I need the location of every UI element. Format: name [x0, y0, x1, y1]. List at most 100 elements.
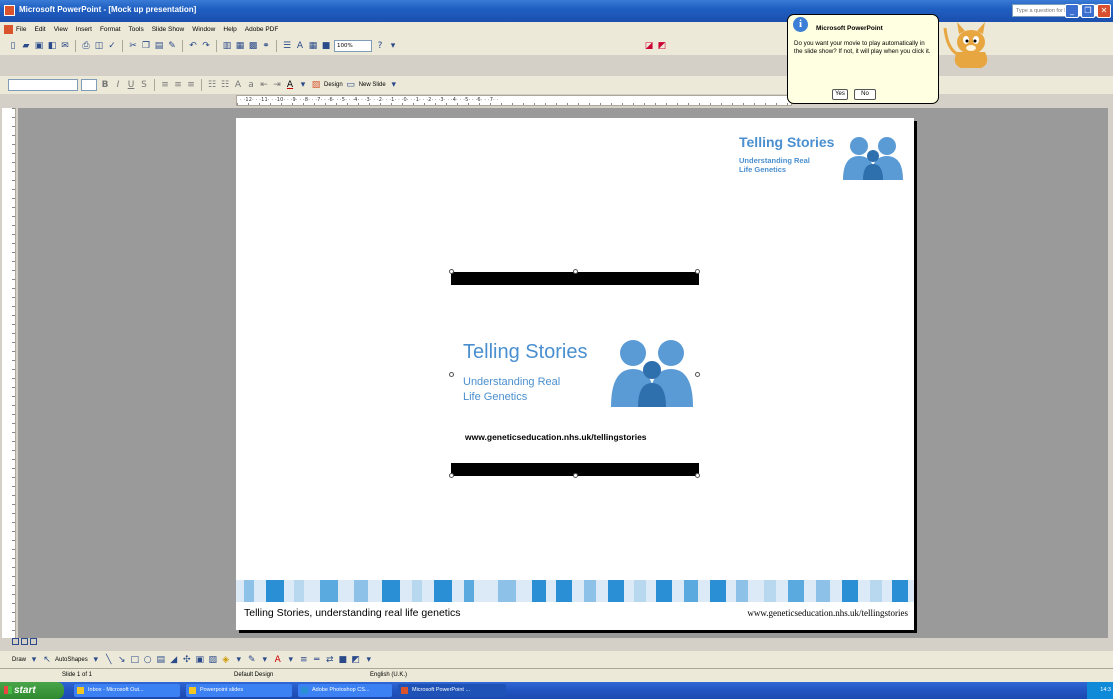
slide-show-icon[interactable] [30, 638, 37, 645]
font-color-dropdown-icon[interactable]: ▾ [298, 80, 308, 90]
task-powerpoint[interactable]: Microsoft PowerPoint ... [398, 684, 506, 697]
spelling-icon[interactable]: ✓ [107, 41, 117, 51]
save-icon[interactable]: ▣ [34, 41, 44, 51]
menu-slide-show[interactable]: Slide Show [152, 26, 185, 33]
zoom-select[interactable]: 100% [334, 40, 372, 52]
insert-chart-icon[interactable]: ▥ [222, 41, 232, 51]
select-objects-icon[interactable]: ↖ [42, 655, 52, 665]
resize-handle[interactable] [573, 269, 578, 274]
shadow-style-icon[interactable]: ■ [338, 655, 348, 665]
autoshapes-button[interactable]: AutoShapes [55, 657, 88, 663]
italic-icon[interactable]: I [113, 80, 123, 90]
clip-art-icon[interactable]: ▣ [195, 655, 205, 665]
design-icon[interactable]: ▨ [311, 80, 321, 90]
open-icon[interactable]: ▰ [21, 41, 31, 51]
restore-button[interactable]: ❐ [1081, 4, 1095, 18]
resize-handle[interactable] [449, 269, 454, 274]
slide-sorter-icon[interactable] [21, 638, 28, 645]
line-color-dropdown-icon[interactable]: ▾ [260, 655, 270, 665]
new-slide-icon[interactable]: ▭ [346, 80, 356, 90]
font-size-select[interactable] [81, 79, 97, 91]
show-formatting-icon[interactable]: A [295, 41, 305, 51]
normal-view-icon[interactable] [12, 638, 19, 645]
wordart-icon[interactable]: ◢ [169, 655, 179, 665]
menu-edit[interactable]: Edit [34, 26, 45, 33]
resize-handle[interactable] [573, 473, 578, 478]
cut-icon[interactable]: ✂ [128, 41, 138, 51]
email-icon[interactable]: ✉ [60, 41, 70, 51]
insert-hyperlink-icon[interactable]: ⚭ [261, 41, 271, 51]
align-center-icon[interactable]: ≡ [173, 80, 183, 90]
new-slide-button[interactable]: New Slide [359, 82, 386, 88]
toolbar-options-icon[interactable]: ▾ [388, 41, 398, 51]
expand-all-icon[interactable]: ☰ [282, 41, 292, 51]
font-color-icon[interactable]: A [285, 80, 295, 90]
powerpoint-app-icon[interactable] [4, 5, 15, 16]
insert-table-icon[interactable]: ▦ [235, 41, 245, 51]
resize-handle[interactable] [695, 473, 700, 478]
resize-handle[interactable] [695, 269, 700, 274]
help-icon[interactable]: ? [375, 41, 385, 51]
autoshapes-dropdown-icon[interactable]: ▾ [91, 655, 101, 665]
font-name-select[interactable] [8, 79, 78, 91]
menu-insert[interactable]: Insert [76, 26, 92, 33]
status-design[interactable]: Default Design [234, 672, 273, 678]
align-left-icon[interactable]: ≡ [160, 80, 170, 90]
redo-icon[interactable]: ↷ [201, 41, 211, 51]
acrobat-convert-icon[interactable]: ◪ [644, 41, 654, 51]
system-tray-clock[interactable]: 14:3 [1087, 682, 1113, 699]
increase-indent-icon[interactable]: ⇥ [272, 80, 282, 90]
text-box-icon[interactable]: ▤ [156, 655, 166, 665]
diagram-icon[interactable]: ✣ [182, 655, 192, 665]
align-right-icon[interactable]: ≡ [186, 80, 196, 90]
start-button[interactable]: start [0, 682, 64, 699]
print-icon[interactable]: ⎙ [81, 41, 91, 51]
increase-font-icon[interactable]: A [233, 80, 243, 90]
color-grayscale-icon[interactable]: ■ [321, 41, 331, 51]
minimize-button[interactable]: _ [1065, 4, 1079, 18]
paste-icon[interactable]: ▤ [154, 41, 164, 51]
vertical-ruler[interactable] [2, 108, 16, 638]
underline-icon[interactable]: U [126, 80, 136, 90]
task-outlook[interactable]: Inbox - Microsoft Out... [74, 684, 180, 697]
close-button[interactable]: ✕ [1097, 4, 1111, 18]
numbering-icon[interactable]: ☷ [207, 80, 217, 90]
toolbar-options-icon[interactable]: ▾ [389, 80, 399, 90]
menu-tools[interactable]: Tools [129, 26, 144, 33]
design-button[interactable]: Design [324, 82, 343, 88]
acrobat-email-icon[interactable]: ◩ [657, 41, 667, 51]
no-button[interactable]: No [854, 89, 876, 100]
draw-dropdown-icon[interactable]: ▾ [29, 655, 39, 665]
draw-menu-button[interactable]: Draw [12, 657, 26, 663]
font-color-draw-dropdown-icon[interactable]: ▾ [286, 655, 296, 665]
resize-handle[interactable] [449, 372, 454, 377]
menu-view[interactable]: View [54, 26, 68, 33]
slide[interactable]: Telling Stories Understanding Real Life … [236, 118, 914, 630]
document-icon[interactable] [4, 25, 13, 34]
show-grid-icon[interactable]: ▦ [308, 41, 318, 51]
shadow-icon[interactable]: S [139, 80, 149, 90]
menu-file[interactable]: File [16, 26, 26, 33]
resize-handle[interactable] [695, 372, 700, 377]
menu-adobe-pdf[interactable]: Adobe PDF [245, 26, 279, 33]
line-style-icon[interactable]: ≡ [299, 655, 309, 665]
movie-object[interactable]: Telling Stories Understanding Real Life … [449, 269, 700, 478]
fill-color-icon[interactable]: ◈ [221, 655, 231, 665]
task-folder[interactable]: Powerpoint slides [186, 684, 292, 697]
arrow-icon[interactable]: ↘ [117, 655, 127, 665]
decrease-indent-icon[interactable]: ⇤ [259, 80, 269, 90]
bullets-icon[interactable]: ☷ [220, 80, 230, 90]
yes-button[interactable]: Yes [832, 89, 848, 100]
line-icon[interactable]: ╲ [104, 655, 114, 665]
copy-icon[interactable]: ❐ [141, 41, 151, 51]
dash-style-icon[interactable]: ═ [312, 655, 322, 665]
picture-icon[interactable]: ▨ [208, 655, 218, 665]
tables-borders-icon[interactable]: ▩ [248, 41, 258, 51]
toolbar-options-icon[interactable]: ▾ [364, 655, 374, 665]
undo-icon[interactable]: ↶ [188, 41, 198, 51]
oval-icon[interactable]: ○ [143, 655, 153, 665]
office-assistant-cat-icon[interactable] [943, 18, 1001, 70]
format-painter-icon[interactable]: ✎ [167, 41, 177, 51]
decrease-font-icon[interactable]: a [246, 80, 256, 90]
menu-help[interactable]: Help [223, 26, 236, 33]
